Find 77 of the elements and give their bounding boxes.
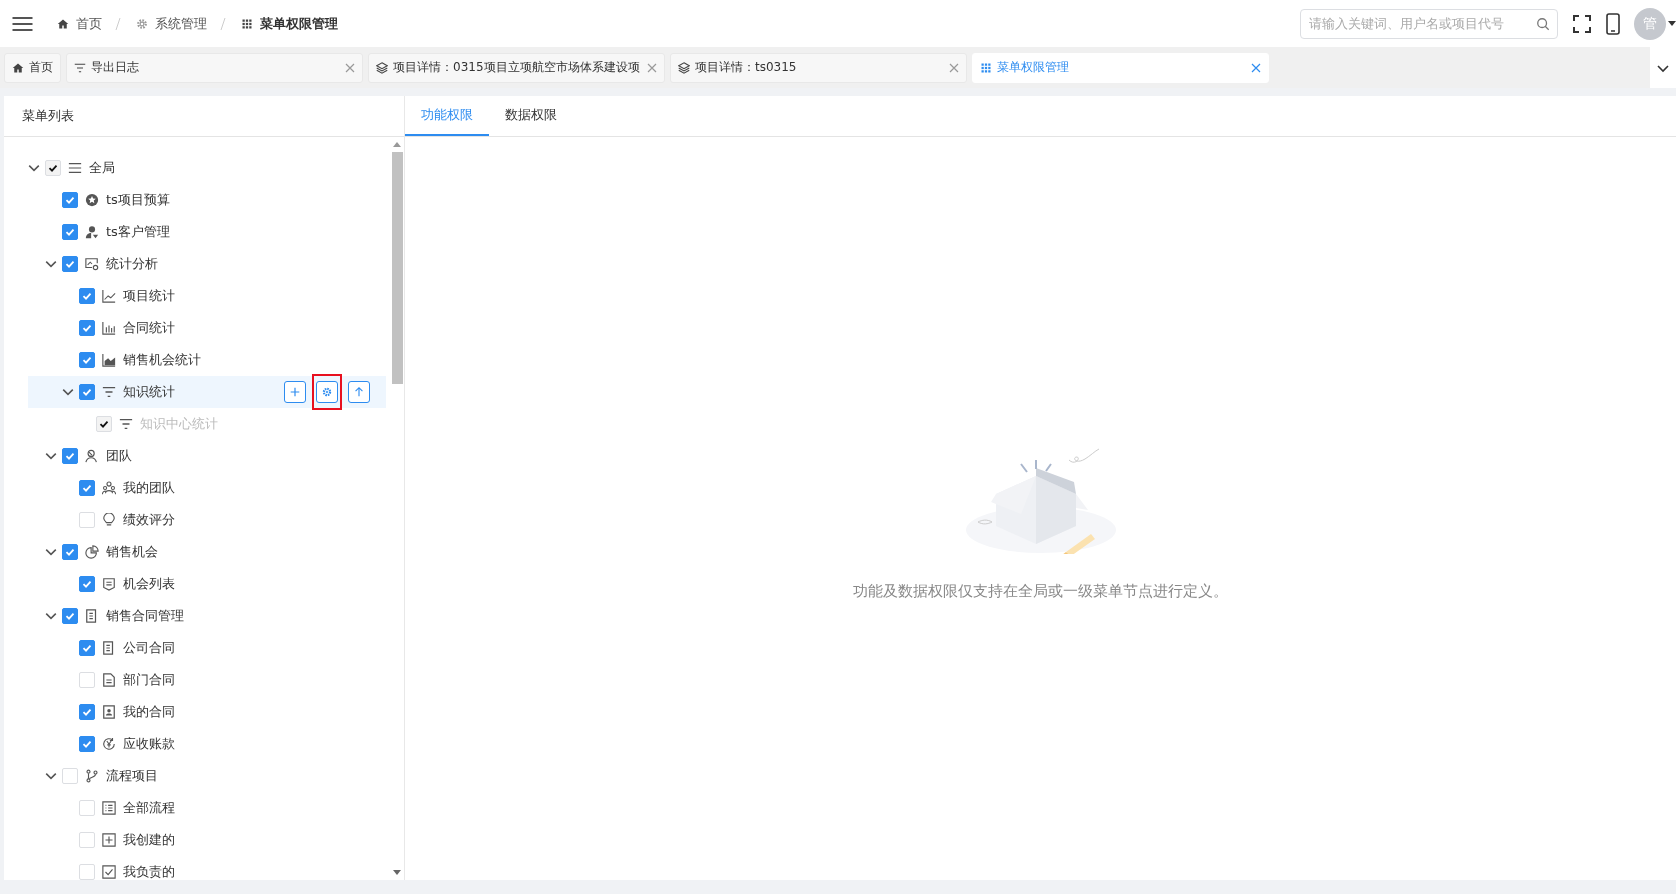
checkmark-icon bbox=[81, 578, 93, 590]
breadcrumb-separator-icon bbox=[220, 17, 226, 30]
monitor-icon bbox=[85, 257, 99, 271]
checkmark-icon bbox=[81, 386, 93, 398]
page-tab[interactable]: 首页 bbox=[4, 52, 61, 83]
caret-icon[interactable] bbox=[1668, 21, 1676, 26]
checkmark-icon bbox=[81, 642, 93, 654]
filter-icon bbox=[102, 385, 116, 399]
home-icon bbox=[12, 61, 24, 74]
layers-icon bbox=[376, 61, 388, 74]
checkmark-icon bbox=[64, 194, 76, 206]
checkmark-icon bbox=[81, 738, 93, 750]
breadcrumb-link[interactable]: 首页 bbox=[76, 14, 102, 33]
filter-icon bbox=[74, 61, 86, 74]
person-icon bbox=[85, 449, 99, 463]
breadcrumb-separator-icon bbox=[115, 17, 121, 30]
checkmark-icon bbox=[81, 482, 93, 494]
grid-icon bbox=[241, 17, 253, 30]
checkmark-icon bbox=[81, 706, 93, 718]
pie-chart-icon bbox=[85, 545, 99, 559]
checkmark-icon bbox=[64, 226, 76, 238]
permission-tab[interactable]: 数据权限 bbox=[489, 96, 573, 136]
document-icon bbox=[85, 609, 99, 623]
close-icon[interactable] bbox=[345, 62, 355, 73]
grid-icon bbox=[980, 61, 992, 74]
checkmark-icon bbox=[64, 450, 76, 462]
checkmark-icon bbox=[81, 290, 93, 302]
area-chart-icon bbox=[102, 353, 116, 367]
scroll-down-arrow-icon[interactable] bbox=[393, 870, 401, 875]
star-badge-icon bbox=[85, 193, 99, 207]
team-icon bbox=[102, 481, 116, 495]
page-tab[interactable]: 导出日志 bbox=[66, 52, 363, 83]
scrollbar-thumb[interactable] bbox=[391, 152, 403, 384]
shield-list-icon bbox=[102, 577, 116, 591]
filter-icon bbox=[119, 417, 133, 431]
checkmark-icon bbox=[98, 418, 110, 430]
contact-card-icon bbox=[102, 705, 116, 719]
breadcrumb-link[interactable]: 系统管理 bbox=[155, 14, 207, 33]
search-icon[interactable] bbox=[1536, 16, 1550, 31]
menu-icon[interactable] bbox=[12, 15, 33, 32]
checkmark-icon bbox=[64, 258, 76, 270]
home-icon bbox=[57, 17, 69, 30]
page-tab[interactable]: 项目详情：ts0315 bbox=[670, 52, 967, 83]
checkmark-icon bbox=[47, 162, 59, 174]
file-icon bbox=[102, 673, 116, 687]
panel-title: 菜单列表 bbox=[4, 96, 404, 137]
scroll-up-arrow-icon[interactable] bbox=[393, 142, 401, 147]
close-icon[interactable] bbox=[1251, 62, 1261, 73]
checkmark-icon bbox=[64, 546, 76, 558]
line-chart-icon bbox=[102, 289, 116, 303]
bar-chart-icon bbox=[102, 321, 116, 335]
lightbulb-icon bbox=[102, 513, 116, 527]
settings-icon bbox=[321, 386, 333, 398]
add-icon bbox=[289, 386, 301, 398]
permission-tab[interactable]: 功能权限 bbox=[405, 96, 489, 136]
search-field[interactable]: 请输入关键词、用户名或项目代号 bbox=[1300, 8, 1558, 39]
yen-cycle-icon bbox=[102, 737, 116, 751]
page-tab[interactable]: 项目详情：0315项目立项航空市场体系建设项 bbox=[368, 52, 665, 83]
mobile-phone-icon[interactable] bbox=[1606, 12, 1620, 35]
layers-icon bbox=[678, 61, 690, 74]
fullscreen-icon[interactable] bbox=[1572, 13, 1592, 34]
arrow-up-icon bbox=[353, 386, 365, 398]
checkmark-icon bbox=[81, 322, 93, 334]
branch-icon bbox=[85, 769, 99, 783]
document-icon bbox=[102, 641, 116, 655]
menu-lines-icon bbox=[68, 161, 82, 175]
list-icon bbox=[102, 801, 116, 815]
gear-icon bbox=[136, 17, 148, 30]
page-tab[interactable]: 菜单权限管理 bbox=[972, 52, 1269, 83]
close-icon[interactable] bbox=[647, 62, 657, 73]
empty-message: 功能及数据权限仅支持在全局或一级菜单节点进行定义。 bbox=[853, 582, 1228, 601]
checkmark-icon bbox=[81, 354, 93, 366]
checkmark-icon bbox=[64, 610, 76, 622]
tabs-dropdown-button[interactable] bbox=[1650, 47, 1676, 88]
user-icon bbox=[85, 225, 99, 239]
close-icon[interactable] bbox=[949, 62, 959, 73]
breadcrumb-link[interactable]: 菜单权限管理 bbox=[260, 14, 338, 33]
